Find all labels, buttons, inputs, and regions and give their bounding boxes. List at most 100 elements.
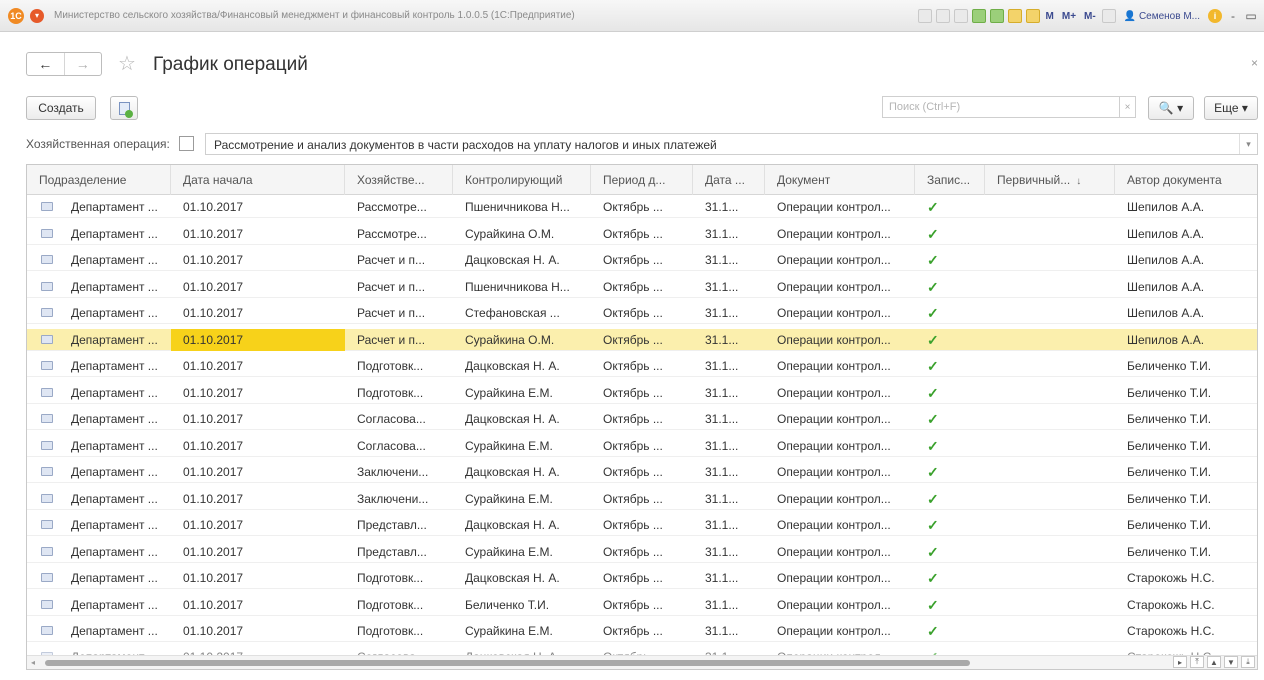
table-row[interactable]: Департамент ... 01.10.2017 Заключени... Дац… (27, 461, 1257, 483)
cell-controller[interactable]: Сурайкина Е.М. (453, 620, 591, 642)
maximize-button[interactable]: ▭ (1244, 9, 1258, 23)
cell-date[interactable]: 31.1... (693, 196, 765, 218)
more-button[interactable]: Еще ▾ (1204, 96, 1258, 120)
cell-recorded[interactable]: ✓ (915, 435, 985, 457)
cell-operation[interactable]: Подготовк... (345, 382, 453, 404)
cell-operation[interactable]: Подготовк... (345, 567, 453, 589)
header-col-department[interactable]: Подразделение (27, 165, 171, 195)
cell-controller[interactable]: Дацковская Н. А. (453, 567, 591, 589)
cell-start-date[interactable]: 01.10.2017 (171, 594, 345, 616)
cell-author[interactable]: Старокожь Н.С. (1115, 620, 1257, 642)
cell-document[interactable]: Операции контрол... (765, 514, 915, 536)
cell-controller[interactable]: Сурайкина Е.М. (453, 435, 591, 457)
cell-primary[interactable] (985, 302, 1115, 324)
cell-operation[interactable]: Подготовк... (345, 594, 453, 616)
cell-controller[interactable]: Дацковская Н. А. (453, 461, 591, 483)
cell-recorded[interactable]: ✓ (915, 488, 985, 510)
cell-controller[interactable]: Пшеничникова Н... (453, 196, 591, 218)
cell-recorded[interactable]: ✓ (915, 461, 985, 483)
cell-department[interactable]: Департамент ... (27, 249, 171, 271)
cell-operation[interactable]: Представл... (345, 514, 453, 536)
cell-period[interactable]: Октябрь ... (591, 461, 693, 483)
cell-date[interactable]: 31.1... (693, 514, 765, 536)
cell-date[interactable]: 31.1... (693, 567, 765, 589)
cell-author[interactable]: Шепилов А.А. (1115, 329, 1257, 351)
cell-document[interactable]: Операции контрол... (765, 620, 915, 642)
window-layout-icon[interactable] (1101, 9, 1116, 23)
table-row[interactable]: Департамент ... 01.10.2017 Подготовк... Сур… (27, 620, 1257, 642)
cell-start-date[interactable]: 01.10.2017 (171, 567, 345, 589)
cell-operation[interactable]: Подготовк... (345, 355, 453, 377)
cell-author[interactable]: Беличенко Т.И. (1115, 408, 1257, 430)
cell-date[interactable]: 31.1... (693, 249, 765, 271)
cell-primary[interactable] (985, 329, 1115, 351)
minimize-button[interactable]: - (1226, 9, 1240, 23)
table-row[interactable]: Департамент ... 01.10.2017 Рассмотре... Пше… (27, 196, 1257, 218)
cell-period[interactable]: Октябрь ... (591, 329, 693, 351)
back-button[interactable]: ← (27, 53, 64, 75)
cell-recorded[interactable]: ✓ (915, 302, 985, 324)
table-row[interactable]: Департамент ... 01.10.2017 Расчет и п... Пш… (27, 276, 1257, 298)
app-logo-icon[interactable]: 1C (8, 7, 24, 24)
cell-operation[interactable]: Подготовк... (345, 620, 453, 642)
cell-date[interactable]: 31.1... (693, 488, 765, 510)
cell-controller[interactable]: Стефановская ... (453, 302, 591, 324)
table-row[interactable]: Департамент ... 01.10.2017 Подготовк... Дац… (27, 567, 1257, 589)
cell-department[interactable]: Департамент ... (27, 435, 171, 457)
cell-recorded[interactable]: ✓ (915, 620, 985, 642)
search-button[interactable]: 🔍 ▾ (1148, 96, 1194, 120)
header-col-operation[interactable]: Хозяйстве... (345, 165, 453, 195)
cell-period[interactable]: Октябрь ... (591, 620, 693, 642)
cell-controller[interactable]: Сурайкина О.М. (453, 223, 591, 245)
cell-department[interactable]: Департамент ... (27, 223, 171, 245)
table-row[interactable]: Департамент ... 01.10.2017 Заключени... Сур… (27, 488, 1257, 510)
go-first-icon[interactable]: ⤒ (1190, 656, 1204, 668)
cell-recorded[interactable]: ✓ (915, 249, 985, 271)
cell-date[interactable]: 31.1... (693, 355, 765, 377)
cell-recorded[interactable]: ✓ (915, 514, 985, 536)
cell-department[interactable]: Департамент ... (27, 329, 171, 351)
cell-primary[interactable] (985, 223, 1115, 245)
cell-author[interactable]: Шепилов А.А. (1115, 196, 1257, 218)
cell-primary[interactable] (985, 276, 1115, 298)
cell-department[interactable]: Департамент ... (27, 196, 171, 218)
cell-department[interactable]: Департамент ... (27, 408, 171, 430)
page-down-icon[interactable]: ▼ (1224, 656, 1238, 668)
favorite-star-icon[interactable]: ☆ (118, 52, 136, 76)
cell-recorded[interactable]: ✓ (915, 382, 985, 404)
scroll-left-icon[interactable]: ◂ (31, 658, 35, 667)
cell-period[interactable]: Октябрь ... (591, 488, 693, 510)
cell-author[interactable]: Беличенко Т.И. (1115, 514, 1257, 536)
cell-document[interactable]: Операции контрол... (765, 302, 915, 324)
cell-start-date[interactable]: 01.10.2017 (171, 276, 345, 298)
toolbar-history-icon[interactable] (971, 9, 986, 23)
cell-primary[interactable] (985, 567, 1115, 589)
toolbar-calendar-icon[interactable] (1025, 9, 1040, 23)
cell-primary[interactable] (985, 355, 1115, 377)
cell-period[interactable]: Октябрь ... (591, 541, 693, 563)
cell-recorded[interactable]: ✓ (915, 408, 985, 430)
cell-operation[interactable]: Расчет и п... (345, 276, 453, 298)
cell-document[interactable]: Операции контрол... (765, 355, 915, 377)
cell-start-date[interactable]: 01.10.2017 (171, 435, 345, 457)
cell-period[interactable]: Октябрь ... (591, 514, 693, 536)
header-col-author[interactable]: Автор документа (1115, 165, 1257, 195)
header-col-recorded[interactable]: Запис... (915, 165, 985, 195)
cell-author[interactable]: Шепилов А.А. (1115, 276, 1257, 298)
cell-document[interactable]: Операции контрол... (765, 541, 915, 563)
cell-date[interactable]: 31.1... (693, 594, 765, 616)
cell-department[interactable]: Департамент ... (27, 620, 171, 642)
cell-recorded[interactable]: ✓ (915, 329, 985, 351)
cell-start-date[interactable]: 01.10.2017 (171, 249, 345, 271)
table-row[interactable]: Департамент ... 01.10.2017 Подготовк... Бел… (27, 594, 1257, 616)
cell-document[interactable]: Операции контрол... (765, 435, 915, 457)
cell-author[interactable]: Беличенко Т.И. (1115, 435, 1257, 457)
cell-start-date[interactable]: 01.10.2017 (171, 514, 345, 536)
header-col-controller[interactable]: Контролирующий (453, 165, 591, 195)
cell-start-date[interactable]: 01.10.2017 (171, 328, 345, 351)
cell-primary[interactable] (985, 541, 1115, 563)
cell-controller[interactable]: Дацковская Н. А. (453, 249, 591, 271)
cell-period[interactable]: Октябрь ... (591, 249, 693, 271)
cell-operation[interactable]: Расчет и п... (345, 329, 453, 351)
cell-author[interactable]: Беличенко Т.И. (1115, 382, 1257, 404)
